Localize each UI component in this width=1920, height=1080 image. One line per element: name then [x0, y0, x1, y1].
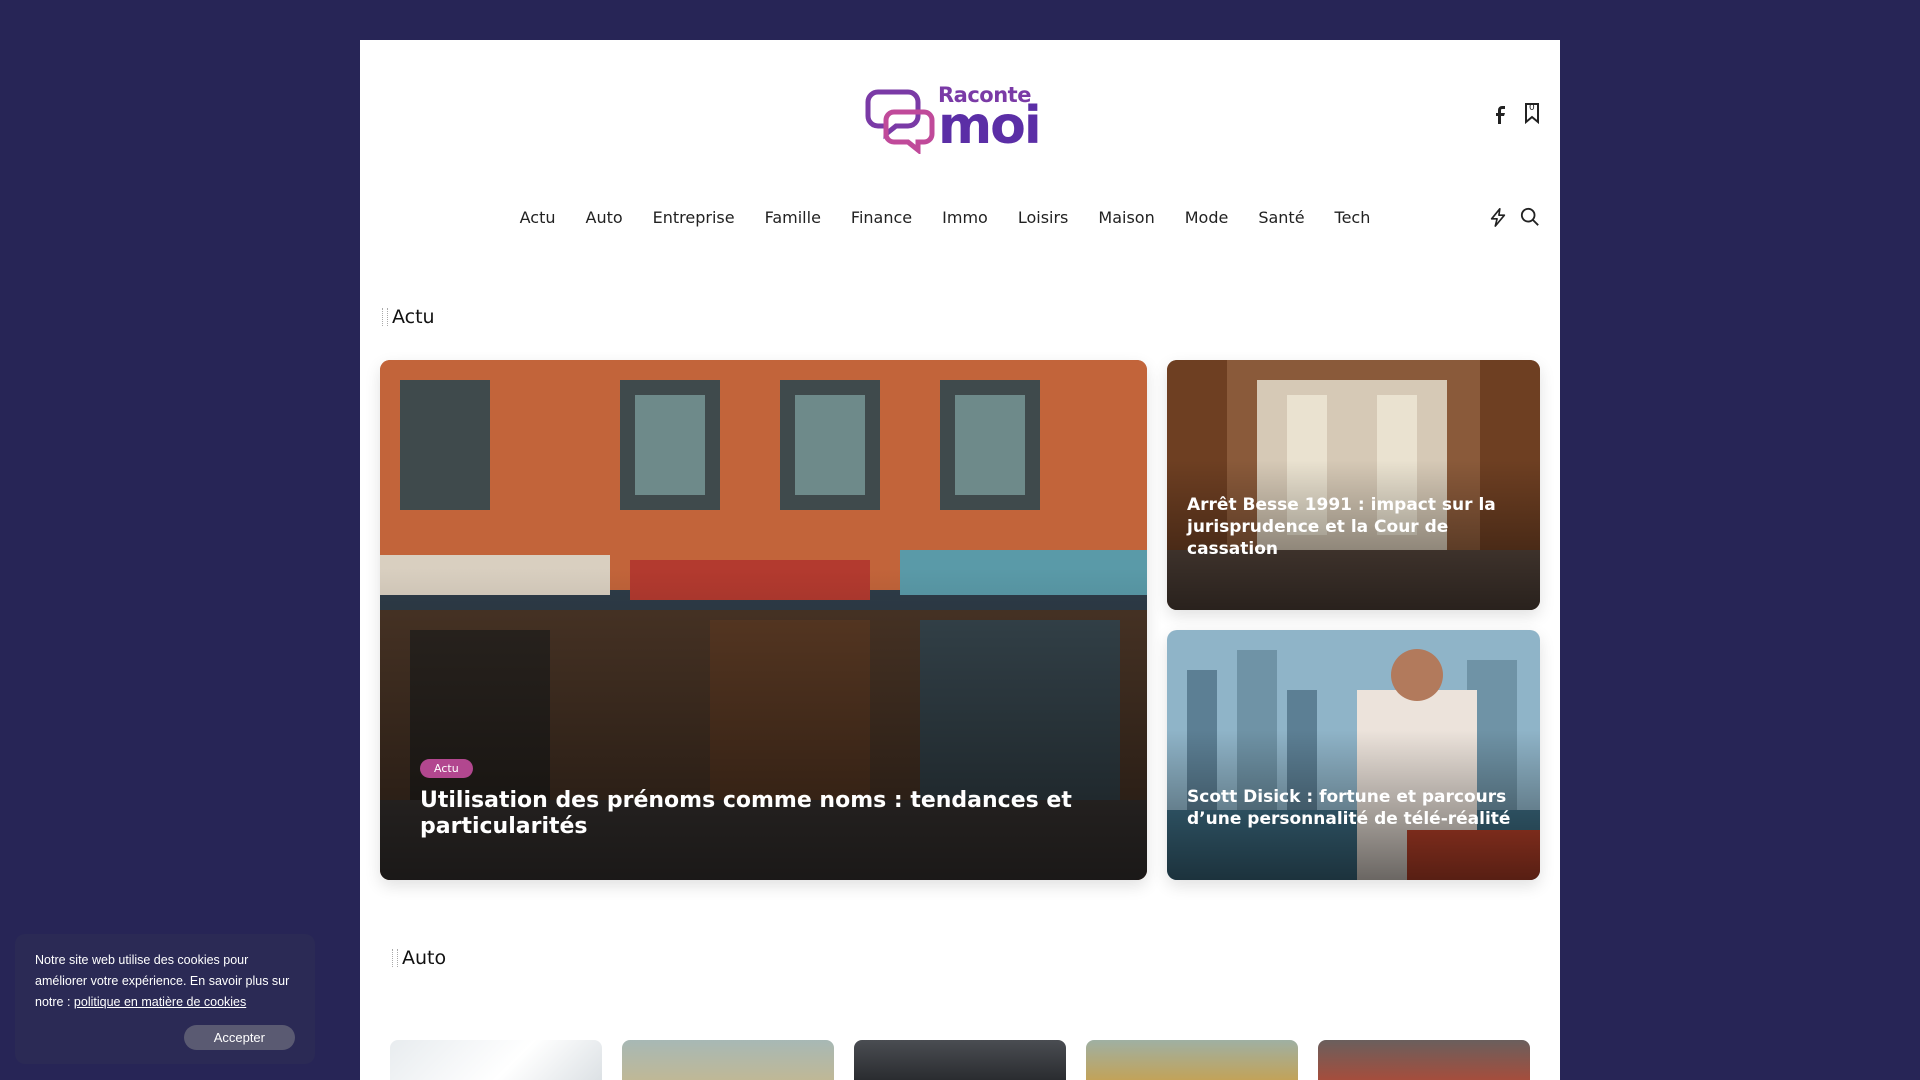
- bookmark-button[interactable]: 0: [1522, 102, 1542, 124]
- nav-item-tech[interactable]: Tech: [1320, 208, 1386, 227]
- featured-side-title-2[interactable]: Scott Disick : fortune et parcours d’une…: [1187, 786, 1520, 830]
- auto-thumbnail-row: [390, 1040, 1530, 1080]
- nav-item-finance[interactable]: Finance: [836, 208, 927, 227]
- auto-thumbnail[interactable]: [1086, 1040, 1298, 1080]
- accept-cookies-button[interactable]: Accepter: [183, 1025, 295, 1050]
- section-title-actu[interactable]: Actu: [382, 306, 435, 328]
- nav-item-loisirs[interactable]: Loisirs: [1003, 208, 1084, 227]
- nav-item-auto[interactable]: Auto: [571, 208, 638, 227]
- featured-side-title-1[interactable]: Arrêt Besse 1991 : impact sur la jurispr…: [1187, 494, 1520, 560]
- auto-thumbnail[interactable]: [622, 1040, 834, 1080]
- auto-thumbnail[interactable]: [854, 1040, 1066, 1080]
- auto-thumbnail[interactable]: [1318, 1040, 1530, 1080]
- category-badge[interactable]: Actu: [420, 759, 473, 778]
- nav-item-maison[interactable]: Maison: [1083, 208, 1169, 227]
- nav-item-famille[interactable]: Famille: [750, 208, 836, 227]
- search-icon[interactable]: [1520, 206, 1540, 228]
- nav-item-actu[interactable]: Actu: [505, 208, 571, 227]
- site-header: Raconte moi 0: [360, 40, 1560, 170]
- facebook-icon[interactable]: [1490, 102, 1510, 124]
- cookie-banner: Notre site web utilise des cookies pour …: [15, 934, 315, 1064]
- featured-main-card[interactable]: Actu Utilisation des prénoms comme noms …: [380, 360, 1147, 880]
- cookie-text: Notre site web utilise des cookies pour …: [35, 950, 295, 1013]
- nav-item-sante[interactable]: Santé: [1243, 208, 1319, 227]
- featured-side-card-1[interactable]: Arrêt Besse 1991 : impact sur la jurispr…: [1167, 360, 1540, 610]
- nav-item-mode[interactable]: Mode: [1170, 208, 1244, 227]
- section-title-auto[interactable]: Auto: [392, 947, 446, 969]
- featured-main-title[interactable]: Utilisation des prénoms comme noms : ten…: [420, 788, 1107, 840]
- section-title-actu-label: Actu: [392, 306, 435, 328]
- auto-thumbnail[interactable]: [390, 1040, 602, 1080]
- section-marker: [392, 949, 398, 967]
- site-logo[interactable]: Raconte moi: [864, 82, 1056, 154]
- cookie-policy-link[interactable]: politique en matière de cookies: [74, 995, 246, 1009]
- featured-side-card-2[interactable]: Scott Disick : fortune et parcours d’une…: [1167, 630, 1540, 880]
- page-container: Raconte moi 0 Actu Auto Entreprise Famil…: [360, 40, 1560, 1080]
- nav-item-entreprise[interactable]: Entreprise: [638, 208, 750, 227]
- logo-chat-icon: [865, 89, 935, 154]
- section-title-auto-label: Auto: [402, 947, 447, 969]
- section-marker: [382, 308, 388, 326]
- main-nav: Actu Auto Entreprise Famille Finance Imm…: [360, 170, 1560, 250]
- bookmark-count: 0: [1529, 103, 1535, 113]
- flash-icon[interactable]: [1488, 206, 1508, 228]
- logo-text-bottom: moi: [938, 95, 1042, 156]
- nav-item-immo[interactable]: Immo: [927, 208, 1003, 227]
